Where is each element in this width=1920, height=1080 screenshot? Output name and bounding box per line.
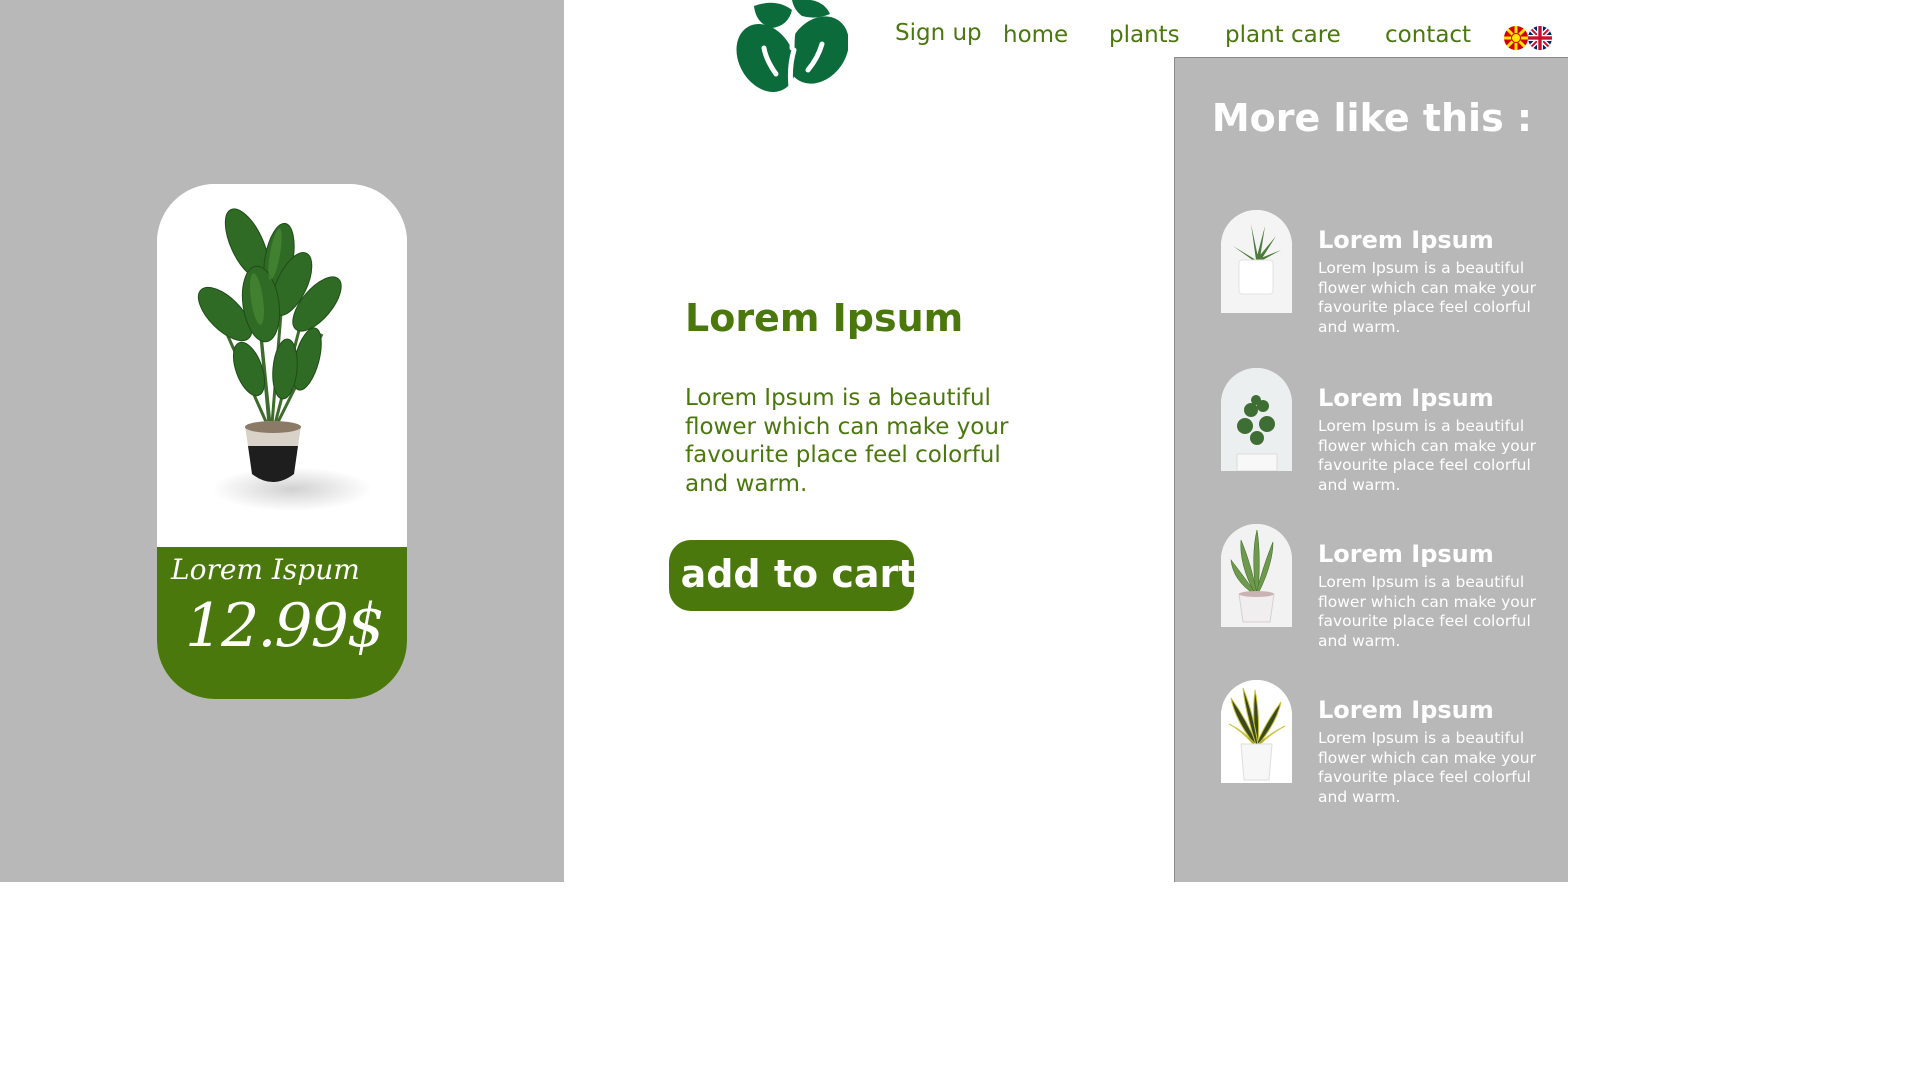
more-like-this-panel: More like this : Lorem Ipsum Lorem Ipsum… xyxy=(1174,57,1568,882)
add-to-cart-button[interactable]: add to cart xyxy=(669,540,916,611)
nav-plants[interactable]: plants xyxy=(1109,22,1180,48)
recommendation-item[interactable]: Lorem Ipsum Lorem Ipsum is a beautiful f… xyxy=(1221,210,1561,340)
recommendation-title: Lorem Ipsum xyxy=(1318,226,1494,254)
uk-flag-icon[interactable] xyxy=(1528,26,1552,50)
left-panel: Lorem Ispum 12.99$ xyxy=(0,0,564,882)
mk-flag-icon[interactable] xyxy=(1504,26,1528,50)
logo-icon[interactable] xyxy=(736,0,849,97)
recommendation-thumbnail[interactable] xyxy=(1221,680,1292,783)
nav-sign-up[interactable]: Sign up xyxy=(895,20,982,46)
recommendation-thumbnail[interactable] xyxy=(1221,368,1292,471)
product-title: Lorem Ipsum xyxy=(685,296,964,340)
product-image xyxy=(157,184,407,548)
nav-contact[interactable]: contact xyxy=(1385,22,1471,48)
card-price: 12.99$ xyxy=(185,591,385,661)
recommendation-description: Lorem Ipsum is a beautiful flower which … xyxy=(1318,729,1536,806)
recommendation-description: Lorem Ipsum is a beautiful flower which … xyxy=(1318,259,1536,336)
more-like-this-title: More like this : xyxy=(1211,96,1533,140)
recommendation-thumbnail[interactable] xyxy=(1221,524,1292,627)
recommendation-description: Lorem Ipsum is a beautiful flower which … xyxy=(1318,573,1536,650)
product-card: Lorem Ispum 12.99$ xyxy=(157,184,407,699)
recommendation-item[interactable]: Lorem Ipsum Lorem Ipsum is a beautiful f… xyxy=(1221,368,1561,498)
product-description: Lorem Ipsum is a beautiful flower which … xyxy=(685,385,1009,497)
card-product-name: Lorem Ispum xyxy=(171,553,360,586)
nav-plant-care[interactable]: plant care xyxy=(1225,22,1341,48)
recommendation-description: Lorem Ipsum is a beautiful flower which … xyxy=(1318,417,1536,494)
nav-home[interactable]: home xyxy=(1003,22,1068,48)
recommendation-title: Lorem Ipsum xyxy=(1318,696,1494,724)
recommendation-title: Lorem Ipsum xyxy=(1318,384,1494,412)
recommendation-item[interactable]: Lorem Ipsum Lorem Ipsum is a beautiful f… xyxy=(1221,680,1561,810)
card-price-area: Lorem Ispum 12.99$ xyxy=(157,547,407,699)
recommendation-title: Lorem Ipsum xyxy=(1318,540,1494,568)
recommendation-item[interactable]: Lorem Ipsum Lorem Ipsum is a beautiful f… xyxy=(1221,524,1561,654)
recommendation-thumbnail[interactable] xyxy=(1221,210,1292,313)
